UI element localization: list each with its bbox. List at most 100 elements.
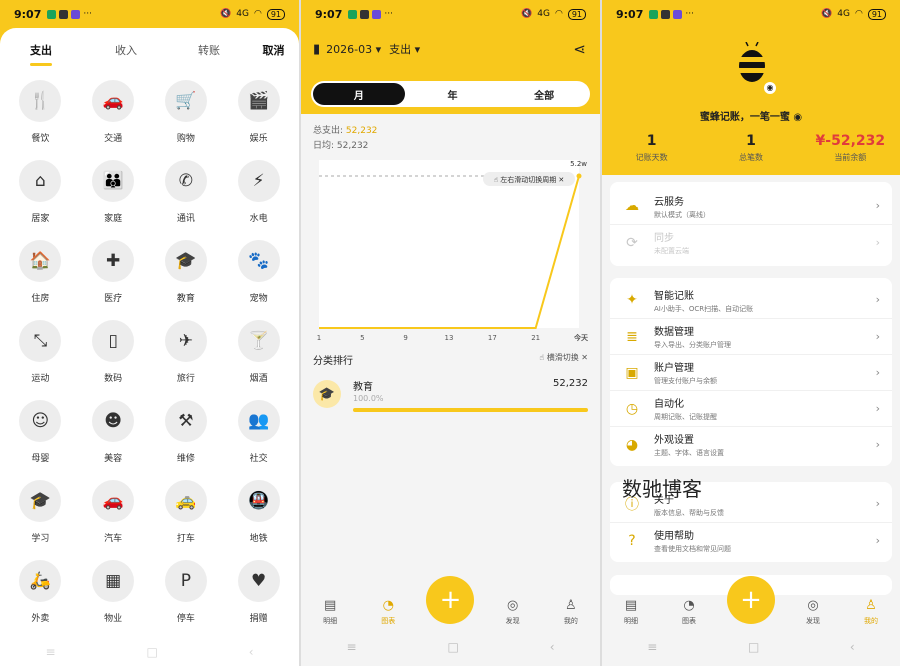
bee-logo-icon[interactable] <box>736 42 768 84</box>
category-item[interactable]: ⚒ 维修 <box>150 400 223 467</box>
menu-item[interactable]: ◷ 自动化 周期记账、记账提醒 › <box>610 390 892 426</box>
menu-item[interactable]: ? 使用帮助 查看使用文档和常见问题 › <box>610 522 892 558</box>
menu-item[interactable]: ✦ 智能记账 AI小助手、OCR扫描、自动记账 › <box>610 282 892 318</box>
home-icon[interactable]: □ <box>146 645 157 659</box>
category-item[interactable]: ♥ 捐赠 <box>222 560 295 627</box>
menu-item[interactable]: ≣ 数据管理 导入导出、分类账户管理 › <box>610 318 892 354</box>
eye-icon[interactable]: ◉ <box>793 112 802 123</box>
category-label: 打车 <box>176 534 195 544</box>
category-icon: 🚗 <box>92 480 135 522</box>
category-icon: 🚕 <box>164 480 207 522</box>
nav-discover[interactable]: ◎ 发现 <box>793 598 833 626</box>
category-item[interactable]: ▯ 数码 <box>77 320 150 387</box>
category-label: 烟酒 <box>249 374 268 384</box>
nav-mine[interactable]: ♙ 我的 <box>551 598 591 626</box>
back-icon[interactable]: ‹ <box>249 645 254 659</box>
category-item[interactable]: ✚ 医疗 <box>77 240 150 307</box>
category-icon: 🎬 <box>237 80 280 122</box>
nav-charts[interactable]: ◔ 图表 <box>669 598 709 626</box>
rank-row[interactable]: 🎓 教育 52,232 100.0% <box>313 376 588 421</box>
share-icon[interactable]: ⋖ <box>573 40 586 58</box>
menu-item-icon: ⟳ <box>626 234 638 251</box>
category-item[interactable]: ☺ 母婴 <box>4 400 77 467</box>
nav-mine[interactable]: ♙ 我的 <box>851 598 891 626</box>
menu-item[interactable]: ◕ 外观设置 主题、字体、语言设置 › <box>610 426 892 462</box>
status-time: 9:07 <box>315 7 343 21</box>
category-icon: 🏠 <box>19 240 62 282</box>
nav-details[interactable]: ▤ 明细 <box>611 598 651 626</box>
cancel-button[interactable]: 取消 <box>248 42 299 58</box>
category-item[interactable]: ⚡ 水电 <box>222 160 295 227</box>
menu-item[interactable]: ▣ 账户管理 管理支付账户与余额 › <box>610 354 892 390</box>
category-item[interactable]: ✆ 通讯 <box>150 160 223 227</box>
segment-year[interactable]: 年 <box>407 81 499 107</box>
period-segment: 月 年 全部 <box>311 81 590 107</box>
category-item[interactable]: ⤡ 运动 <box>4 320 77 387</box>
tab-transfer[interactable]: 转账 <box>170 42 248 58</box>
back-icon[interactable]: ‹ <box>850 640 855 654</box>
network-label: 4G <box>236 9 249 19</box>
system-nav-bar: ≡ □ ‹ <box>0 638 299 666</box>
trend-chart[interactable]: 5.2w 1 5 9 13 17 21 今天 ☝ 左右滑动切换周期 ✕ <box>311 156 591 346</box>
home-icon[interactable]: □ <box>447 640 458 654</box>
add-button[interactable]: + <box>727 576 775 624</box>
category-item[interactable]: 👥 社交 <box>222 400 295 467</box>
category-label: 交通 <box>104 134 123 144</box>
segment-all[interactable]: 全部 <box>498 81 590 107</box>
camera-icon[interactable]: ◉ <box>762 80 778 96</box>
menu-item-title: 自动化 <box>654 399 684 410</box>
nav-charts[interactable]: ◔ 图表 <box>368 598 408 626</box>
back-icon[interactable]: ‹ <box>550 640 555 654</box>
add-button[interactable]: + <box>426 576 475 624</box>
category-item[interactable]: 👪 家庭 <box>77 160 150 227</box>
category-icon: 🎓 <box>164 240 207 282</box>
balance-value: ¥-52,232 <box>815 133 886 149</box>
menu-icon[interactable]: ≡ <box>45 645 55 659</box>
category-item[interactable]: 🏠 住房 <box>4 240 77 307</box>
chevron-right-icon: › <box>875 534 880 547</box>
category-item[interactable]: ▦ 物业 <box>77 560 150 627</box>
segment-month[interactable]: 月 <box>313 83 405 105</box>
home-icon[interactable]: □ <box>748 640 759 654</box>
rank-bar <box>353 408 588 412</box>
category-item[interactable]: 🚗 汽车 <box>77 480 150 547</box>
tab-income[interactable]: 收入 <box>82 42 170 58</box>
category-icon: ▦ <box>92 560 135 602</box>
category-item[interactable]: 🚇 地铁 <box>222 480 295 547</box>
category-icon: ⤡ <box>19 320 62 362</box>
rank-hint[interactable]: ☝ 横滑切换 ✕ <box>539 352 588 367</box>
category-item[interactable]: 🎬 娱乐 <box>222 80 295 147</box>
category-item[interactable]: 🎓 教育 <box>150 240 223 307</box>
rank-name: 教育 <box>353 382 373 393</box>
nav-details[interactable]: ▤ 明细 <box>310 598 350 626</box>
category-item[interactable]: P 停车 <box>150 560 223 627</box>
category-item[interactable]: ⌂ 居家 <box>4 160 77 227</box>
category-item[interactable]: 🎓 学习 <box>4 480 77 547</box>
category-label: 外卖 <box>31 614 50 624</box>
category-icon: ☺ <box>19 400 62 442</box>
category-item[interactable]: 🐾 宠物 <box>222 240 295 307</box>
tab-expense[interactable]: 支出 <box>0 42 82 66</box>
period-selector[interactable]: 2026-03 ▾ <box>326 43 381 56</box>
menu-item[interactable]: ⟳ 同步 未配置云端 › <box>610 224 892 260</box>
nav-discover[interactable]: ◎ 发现 <box>493 598 533 626</box>
category-label: 通讯 <box>176 214 195 224</box>
category-item[interactable]: ✈ 旅行 <box>150 320 223 387</box>
category-item[interactable]: 🚗 交通 <box>77 80 150 147</box>
category-label: 母婴 <box>31 454 50 464</box>
category-item[interactable]: ☻ 美容 <box>77 400 150 467</box>
x-tick-label: 今天 <box>573 333 589 342</box>
menu-item[interactable]: ☁ 云服务 默认模式（离线） › <box>610 188 892 224</box>
category-item[interactable]: 🍴 餐饮 <box>4 80 77 147</box>
category-icon: ⌂ <box>19 160 62 202</box>
category-item[interactable]: 🛵 外卖 <box>4 560 77 627</box>
category-item[interactable]: 🛒 购物 <box>150 80 223 147</box>
list-icon: ▤ <box>323 598 337 613</box>
category-item[interactable]: 🍸 烟酒 <box>222 320 295 387</box>
menu-icon[interactable]: ≡ <box>346 640 356 654</box>
menu-icon[interactable]: ≡ <box>647 640 657 654</box>
menu-item-icon: ≣ <box>626 328 638 345</box>
type-selector[interactable]: 支出 ▾ <box>389 41 420 57</box>
category-label: 停车 <box>176 614 195 624</box>
category-item[interactable]: 🚕 打车 <box>150 480 223 547</box>
